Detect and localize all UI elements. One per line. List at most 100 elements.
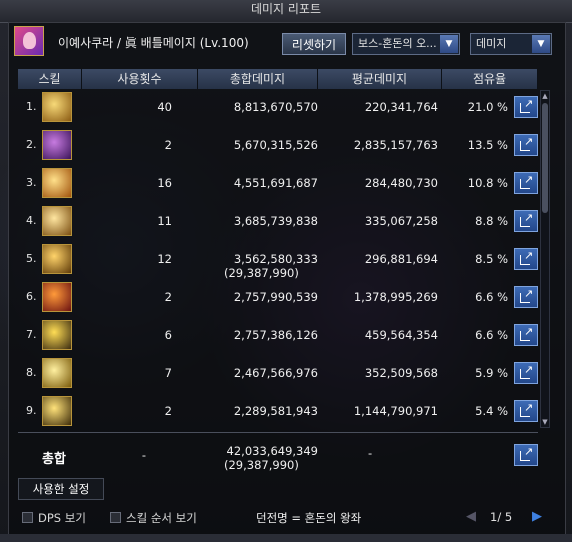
share-icon[interactable] [514, 248, 538, 270]
row-average: 1,144,790,971 [353, 404, 438, 418]
row-share: 8.5 % [475, 252, 508, 266]
row-average: 220,341,764 [364, 100, 438, 114]
total-row: 총합 - 42,033,649,349 (29,387,990) - [18, 438, 538, 478]
bottom-strip [0, 534, 572, 542]
page-indicator: 1/ 5 [490, 510, 513, 524]
table-header: 스킬 사용횟수 총합데미지 평균데미지 점유율 [18, 69, 538, 89]
row-count: 2 [164, 138, 172, 152]
row-share: 8.8 % [475, 214, 508, 228]
chevron-down-icon[interactable]: ▼ [532, 35, 550, 53]
table-scrollbar[interactable]: ▲ ▼ [540, 90, 550, 428]
row-share: 10.8 % [467, 176, 508, 190]
row-total: 4,551,691,687 [233, 176, 318, 190]
skill-order-label: 스킬 순서 보기 [126, 511, 197, 525]
dps-view-checkbox[interactable] [22, 512, 33, 523]
table-row[interactable]: 4. 11 3,685,739,838 335,067,258 8.8 % [18, 204, 538, 240]
next-page-icon[interactable]: ▶ [532, 509, 546, 525]
red-orb-icon[interactable] [42, 282, 72, 312]
scroll-up-icon[interactable]: ▲ [541, 91, 549, 101]
row-average: 296,881,694 [364, 252, 438, 266]
row-total: 2,467,566,976 [233, 366, 318, 380]
table-row[interactable]: 5. 12 3,562,580,333 (29,387,990) 296,881,694… [18, 242, 538, 280]
column-skill[interactable]: 스킬 [18, 69, 82, 89]
row-rank: 2. [26, 138, 37, 151]
share-icon[interactable] [514, 286, 538, 308]
table-row[interactable]: 9. 2 2,289,581,943 1,144,790,971 5.4 % [18, 394, 538, 430]
share-icon[interactable] [514, 362, 538, 384]
window-titlebar: 데미지 리포트 [0, 0, 572, 23]
row-average: 335,067,258 [364, 214, 438, 228]
table-row[interactable]: 3. 16 4,551,691,687 284,480,730 10.8 % [18, 166, 538, 202]
gold-wave-icon[interactable] [42, 244, 72, 274]
prev-page-icon[interactable]: ◀ [466, 509, 480, 525]
row-count: 11 [157, 214, 172, 228]
used-settings-tab[interactable]: 사용한 설정 [18, 478, 104, 500]
row-total: 5,670,315,526 [233, 138, 318, 152]
row-rank: 3. [26, 176, 37, 189]
row-count: 7 [164, 366, 172, 380]
dps-view-label: DPS 보기 [38, 511, 86, 525]
character-avatar [14, 26, 44, 56]
share-icon[interactable] [514, 96, 538, 118]
table-row[interactable]: 6. 2 2,757,990,539 1,378,995,269 6.6 % [18, 280, 538, 316]
chevron-down-icon[interactable]: ▼ [440, 35, 458, 53]
total-label: 총합 [42, 452, 66, 467]
avatar-face-icon [23, 32, 36, 49]
row-total: 3,562,580,333 [233, 252, 318, 266]
share-icon[interactable] [514, 400, 538, 422]
row-share: 6.6 % [475, 328, 508, 342]
scroll-thumb[interactable] [542, 103, 548, 213]
column-average[interactable]: 평균데미지 [318, 69, 442, 89]
table-row[interactable]: 1. 40 8,813,670,570 220,341,764 21.0 % [18, 90, 538, 126]
reset-button[interactable]: 리셋하기 [282, 33, 346, 55]
row-rank: 8. [26, 366, 37, 379]
skill-order-checkbox[interactable] [110, 512, 121, 523]
report-footer: DPS 보기 스킬 순서 보기 던전명 = 혼돈의 왕좌 ◀ 1/ 5 ▶ [18, 508, 558, 528]
row-count: 2 [164, 290, 172, 304]
table-row[interactable]: 7. 6 2,757,386,126 459,564,354 6.6 % [18, 318, 538, 354]
row-total: 8,813,670,570 [233, 100, 318, 114]
share-icon[interactable] [514, 324, 538, 346]
row-total: 2,289,581,943 [233, 404, 318, 418]
table-row[interactable]: 8. 7 2,467,566,976 352,509,568 5.9 % [18, 356, 538, 392]
row-share: 5.4 % [475, 404, 508, 418]
metric-select-value: 데미지 [476, 37, 507, 50]
row-average: 459,564,354 [364, 328, 438, 342]
total-damage-sub: (29,387,990) [224, 458, 299, 472]
row-rank: 5. [26, 252, 37, 265]
row-total: 2,757,990,539 [233, 290, 318, 304]
golden-burst-icon[interactable] [42, 168, 72, 198]
row-share: 13.5 % [467, 138, 508, 152]
row-total: 2,757,386,126 [233, 328, 318, 342]
column-total[interactable]: 총합데미지 [198, 69, 318, 89]
total-damage: 42,033,649,349 [226, 444, 318, 458]
metric-select[interactable]: 데미지 ▼ [470, 33, 552, 55]
chain-ring-icon[interactable] [42, 320, 72, 350]
row-average: 2,835,157,763 [353, 138, 438, 152]
column-count[interactable]: 사용횟수 [82, 69, 198, 89]
total-average: - [368, 446, 373, 460]
violet-vortex-icon[interactable] [42, 130, 72, 160]
total-count: - [141, 448, 146, 462]
share-total-icon[interactable] [514, 444, 538, 466]
column-share[interactable]: 점유율 [442, 69, 538, 89]
row-share: 6.6 % [475, 290, 508, 304]
window-title: 데미지 리포트 [250, 2, 322, 16]
share-icon[interactable] [514, 134, 538, 156]
lightning-slash-icon[interactable] [42, 358, 72, 388]
row-total: 3,685,739,838 [233, 214, 318, 228]
character-title: 이예사쿠라 / 眞 배틀메이지 (Lv.100) [58, 36, 249, 50]
table-row[interactable]: 2. 2 5,670,315,526 2,835,157,763 13.5 % [18, 128, 538, 164]
dungeon-select-value: 보스-혼돈의 오... [358, 37, 437, 50]
share-icon[interactable] [514, 210, 538, 232]
row-share: 21.0 % [467, 100, 508, 114]
share-icon[interactable] [514, 172, 538, 194]
dungeon-select[interactable]: 보스-혼돈의 오... ▼ [352, 33, 460, 55]
row-average: 284,480,730 [364, 176, 438, 190]
staff-swing-icon[interactable] [42, 206, 72, 236]
scroll-down-icon[interactable]: ▼ [541, 417, 549, 427]
staff-strike-icon[interactable] [42, 92, 72, 122]
star-cluster-icon[interactable] [42, 396, 72, 426]
row-rank: 6. [26, 290, 37, 303]
row-count: 40 [157, 100, 172, 114]
